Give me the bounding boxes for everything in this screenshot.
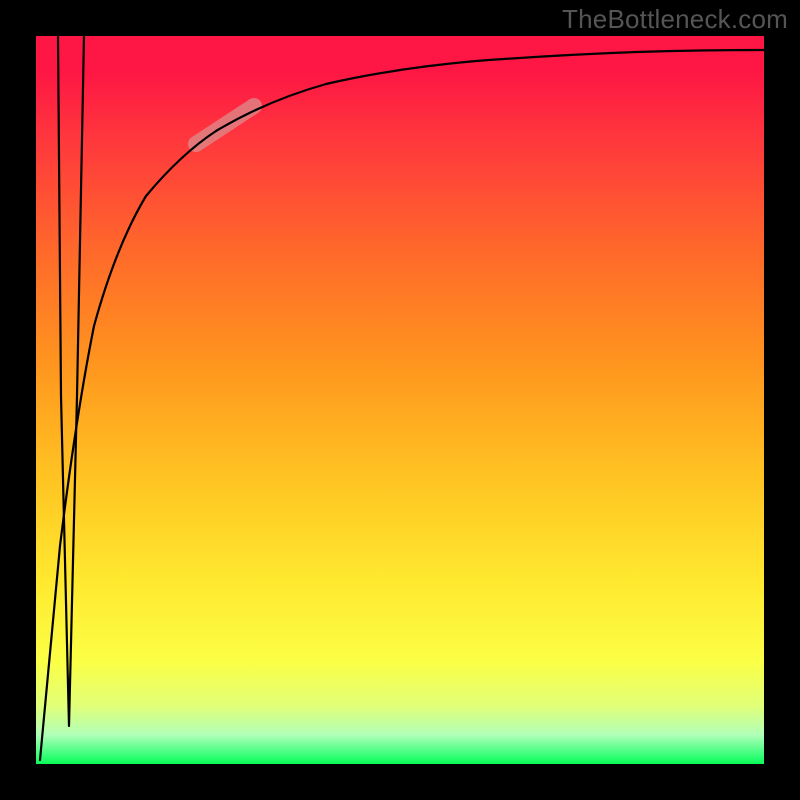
watermark-text: TheBottleneck.com	[562, 4, 788, 35]
chart-stage: TheBottleneck.com	[0, 0, 800, 800]
plot-area	[36, 36, 764, 764]
